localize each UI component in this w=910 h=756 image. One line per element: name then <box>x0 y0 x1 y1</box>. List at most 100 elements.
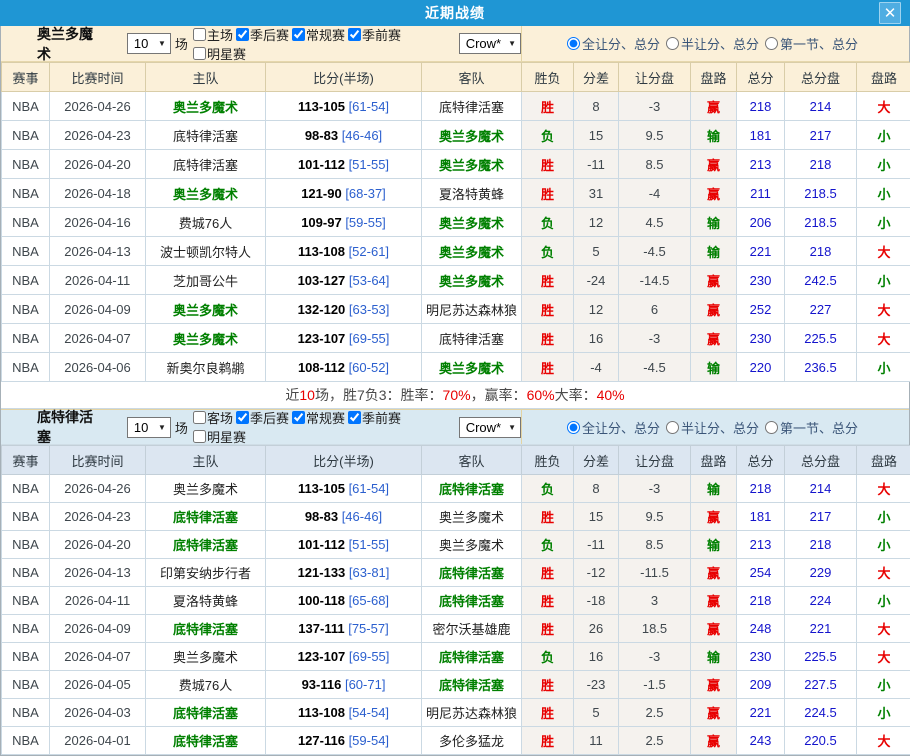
radio-input[interactable] <box>567 421 580 434</box>
games-count-select[interactable]: 10 ▼ <box>127 417 171 438</box>
games-count-select[interactable]: 10 ▼ <box>127 33 171 54</box>
home-team-cell: 新奥尔良鹈鹕 <box>146 353 266 382</box>
score-cell: 100-118 [65-68] <box>266 587 422 615</box>
total-line-cell: 221 <box>785 615 857 643</box>
handicap-result-cell: 赢 <box>691 559 737 587</box>
fulltime-score: 113-105 <box>298 481 345 496</box>
halftime-score: [59-54] <box>349 733 389 748</box>
checkbox-input[interactable] <box>292 411 305 424</box>
score-cell: 113-108 [52-61] <box>266 237 422 266</box>
fulltime-score: 137-111 <box>298 621 344 636</box>
league-cell: NBA <box>2 150 50 179</box>
checkbox-input[interactable] <box>348 28 361 41</box>
home-team-cell: 奥兰多魔术 <box>146 475 266 503</box>
market-radio-option[interactable]: 全让分、总分 <box>567 418 660 437</box>
diff-cell: -18 <box>574 587 619 615</box>
radio-input[interactable] <box>765 37 778 50</box>
column-header: 主队 <box>146 446 266 475</box>
chevron-down-icon: ▼ <box>158 423 166 432</box>
radio-input[interactable] <box>765 421 778 434</box>
crow-select[interactable]: Crow* ▼ <box>459 417 521 438</box>
games-count-value: 10 <box>134 36 148 51</box>
over-under-cell: 小 <box>857 179 910 208</box>
checkbox-input[interactable] <box>236 411 249 424</box>
checkbox-label: 季后赛 <box>250 408 289 427</box>
market-radio-option[interactable]: 第一节、总分 <box>765 418 858 437</box>
filter-checkbox[interactable]: 主场 <box>190 25 233 44</box>
checkbox-input[interactable] <box>236 28 249 41</box>
column-header: 盘路 <box>691 63 737 92</box>
result-cell: 胜 <box>522 503 574 531</box>
home-team-cell: 奥兰多魔术 <box>146 92 266 121</box>
checkbox-input[interactable] <box>193 28 206 41</box>
home-team-cell: 底特律活塞 <box>146 699 266 727</box>
column-header: 总分盘 <box>785 446 857 475</box>
filter-checkbox[interactable]: 季后赛 <box>233 25 289 44</box>
away-team-cell: 底特律活塞 <box>422 475 522 503</box>
over-under-cell: 小 <box>857 353 910 382</box>
handicap-result-cell: 赢 <box>691 699 737 727</box>
away-team-cell: 奥兰多魔术 <box>422 208 522 237</box>
column-header: 比赛时间 <box>50 446 146 475</box>
halftime-score: [46-46] <box>342 128 382 143</box>
checkbox-input[interactable] <box>292 28 305 41</box>
chevron-down-icon: ▼ <box>508 423 516 432</box>
diff-cell: 15 <box>574 121 619 150</box>
filter-checkbox[interactable]: 明星赛 <box>190 44 246 63</box>
handicap-result-cell: 赢 <box>691 503 737 531</box>
table-row: NBA2026-04-07奥兰多魔术123-107 [69-55]底特律活塞胜1… <box>2 324 910 353</box>
total-cell: 218 <box>737 587 785 615</box>
table-row: NBA2026-04-26奥兰多魔术113-105 [61-54]底特律活塞胜8… <box>2 92 910 121</box>
filter-checkbox[interactable]: 季前赛 <box>345 408 401 427</box>
radio-input[interactable] <box>666 421 679 434</box>
filter-checkbox[interactable]: 常规赛 <box>289 408 345 427</box>
league-cell: NBA <box>2 353 50 382</box>
total-cell: 181 <box>737 503 785 531</box>
checkbox-input[interactable] <box>193 430 206 443</box>
fulltime-score: 123-107 <box>298 649 346 664</box>
filter-checkbox[interactable]: 客场 <box>190 408 233 427</box>
table-row: NBA2026-04-11夏洛特黄蜂100-118 [65-68]底特律活塞胜-… <box>2 587 910 615</box>
filter-checkbox[interactable]: 季后赛 <box>233 408 289 427</box>
results-table: 赛事比赛时间主队比分(半场)客队胜负分差让分盘盘路总分总分盘盘路 NBA2026… <box>1 62 910 382</box>
handicap-cell: 2.5 <box>619 699 691 727</box>
league-cell: NBA <box>2 295 50 324</box>
summary-segment: 40% <box>597 387 625 403</box>
date-cell: 2026-04-07 <box>50 643 146 671</box>
away-team-cell: 夏洛特黄蜂 <box>422 179 522 208</box>
result-cell: 负 <box>522 208 574 237</box>
total-cell: 230 <box>737 266 785 295</box>
total-line-cell: 218 <box>785 237 857 266</box>
league-cell: NBA <box>2 699 50 727</box>
filter-checkbox[interactable]: 明星赛 <box>190 427 246 446</box>
checkbox-input[interactable] <box>193 47 206 60</box>
close-button[interactable]: ✕ <box>879 2 901 24</box>
result-cell: 胜 <box>522 295 574 324</box>
diff-cell: 15 <box>574 503 619 531</box>
league-cell: NBA <box>2 475 50 503</box>
diff-cell: 12 <box>574 208 619 237</box>
market-radio-option[interactable]: 半让分、总分 <box>666 34 759 53</box>
market-radio-option[interactable]: 第一节、总分 <box>765 34 858 53</box>
radio-label: 全让分、总分 <box>582 34 660 53</box>
filter-checkbox[interactable]: 常规赛 <box>289 25 345 44</box>
halftime-score: [69-55] <box>349 649 389 664</box>
checkbox-input[interactable] <box>193 411 206 424</box>
filter-checkbox[interactable]: 季前赛 <box>345 25 401 44</box>
total-line-cell: 227 <box>785 295 857 324</box>
market-radio-option[interactable]: 全让分、总分 <box>567 34 660 53</box>
date-cell: 2026-04-16 <box>50 208 146 237</box>
handicap-result-cell: 赢 <box>691 324 737 353</box>
crow-select[interactable]: Crow* ▼ <box>459 33 521 54</box>
away-team-cell: 底特律活塞 <box>422 559 522 587</box>
handicap-cell: -11.5 <box>619 559 691 587</box>
radio-input[interactable] <box>666 37 679 50</box>
radio-input[interactable] <box>567 37 580 50</box>
result-cell: 胜 <box>522 353 574 382</box>
total-cell: 221 <box>737 699 785 727</box>
market-radio-option[interactable]: 半让分、总分 <box>666 418 759 437</box>
checkbox-input[interactable] <box>348 411 361 424</box>
over-under-cell: 大 <box>857 643 910 671</box>
home-team-cell: 底特律活塞 <box>146 121 266 150</box>
total-cell: 206 <box>737 208 785 237</box>
